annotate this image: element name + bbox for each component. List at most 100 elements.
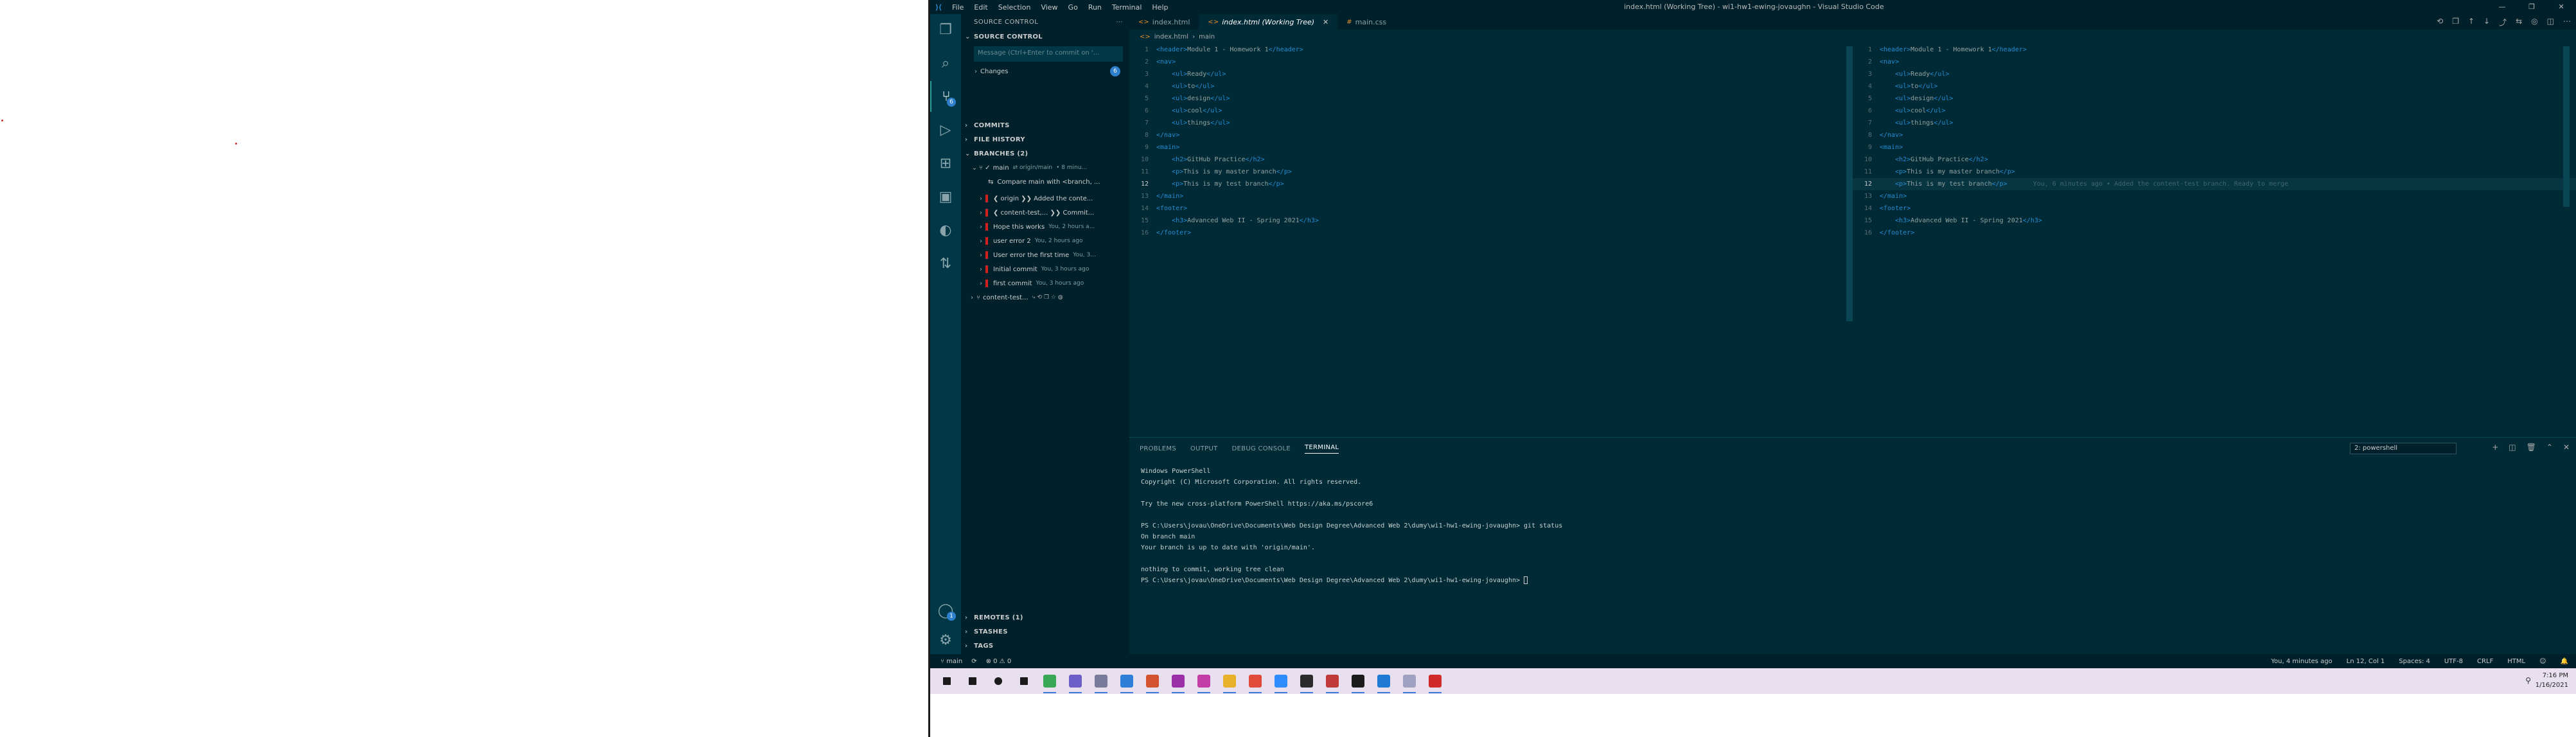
snip-icon[interactable] <box>1397 668 1422 694</box>
commit-item[interactable]: › first commit You, 3 hours ago <box>961 276 1129 290</box>
commit-message-input[interactable]: Message (Ctrl+Enter to commit on '... <box>974 46 1123 62</box>
vscode-icon[interactable] <box>1371 668 1397 694</box>
compare-branch-item[interactable]: ⇆ Compare main with <branch, ... <box>961 175 1129 189</box>
terminal-select[interactable]: 2: powershell <box>2350 443 2457 454</box>
branch-content-test[interactable]: › ⑂ content-test... ⤷ ⟲ ❐ ☆ ◍ <box>961 290 1129 305</box>
explorer-icon[interactable]: ❐ <box>930 14 961 45</box>
task-view-icon[interactable] <box>1011 668 1037 694</box>
photos-icon[interactable] <box>1191 668 1217 694</box>
editor-tab[interactable]: <> index.html (Working Tree) ✕ <box>1199 14 1338 30</box>
chrome-icon[interactable] <box>1242 668 1268 694</box>
notifications-icon[interactable]: 🔔 <box>2561 658 2568 665</box>
status-eol[interactable]: CRLF <box>2477 658 2493 665</box>
left-scrollbar[interactable] <box>1846 46 1853 321</box>
extensions-icon[interactable]: ⊞ <box>930 148 961 179</box>
status-encoding[interactable]: UTF-8 <box>2444 658 2463 665</box>
commit-item[interactable]: › Hope this works You, 2 hours a... <box>961 220 1129 234</box>
close-panel-icon[interactable]: ✕ <box>2563 443 2570 452</box>
menu-view[interactable]: View <box>1036 3 1063 12</box>
chrome-app-icon[interactable] <box>1037 668 1063 694</box>
branch-actions-icons[interactable]: ⤷ ⟲ ❐ ☆ ◍ <box>1032 294 1063 301</box>
terminal-output[interactable]: Windows PowerShell Copyright (C) Microsof… <box>1141 466 1562 586</box>
status-branch[interactable]: ⑂ main <box>940 658 962 665</box>
status-problems[interactable]: ⊗ 0 ⚠ 0 <box>986 658 1012 665</box>
adobe-xd-icon[interactable] <box>1165 668 1191 694</box>
diff-left-pane[interactable]: 1 <header> Module 1 - Homework 1 </header> 2… <box>1129 44 1853 437</box>
commit-item[interactable]: › ❮ origin ❯❯ Added the conte... <box>961 191 1129 206</box>
right-scrollbar[interactable] <box>2563 46 2570 207</box>
zoom-icon[interactable] <box>1268 668 1294 694</box>
acrobat-icon[interactable] <box>1294 668 1319 694</box>
maximize-panel-icon[interactable]: ⌃ <box>2546 443 2553 452</box>
kill-terminal-icon[interactable]: 🗑 <box>2527 443 2536 452</box>
menu-file[interactable]: File <box>947 3 969 12</box>
menu-help[interactable]: Help <box>1147 3 1173 12</box>
ppt-icon[interactable] <box>1140 668 1165 694</box>
run-debug-icon[interactable]: ▷ <box>930 114 961 145</box>
timeline-icon[interactable]: ⟲ <box>2437 17 2443 28</box>
split-editor-icon[interactable]: ◫ <box>2547 17 2554 28</box>
new-terminal-icon[interactable]: + <box>2492 443 2498 452</box>
onedrive-icon[interactable] <box>1088 668 1114 694</box>
minimize-button[interactable]: — <box>2487 0 2517 14</box>
terminal-icon[interactable] <box>1345 668 1371 694</box>
diff-right-pane[interactable]: 1 <header> Module 1 - Homework 1 </header> 2… <box>1853 44 2576 437</box>
close-window-button[interactable]: ✕ <box>2546 0 2576 14</box>
more-actions-icon[interactable]: ⋯ <box>2563 17 2571 28</box>
toggle-blame-icon[interactable]: ⤴ <box>2499 17 2507 28</box>
ms-store-icon[interactable] <box>1114 668 1140 694</box>
open-file-icon[interactable]: ❐ <box>2452 17 2459 28</box>
open-changes-icon[interactable]: ◎ <box>2531 17 2537 28</box>
menu-run[interactable]: Run <box>1083 3 1107 12</box>
mail-icon[interactable] <box>1319 668 1345 694</box>
next-change-icon[interactable]: ↓ <box>2483 17 2490 28</box>
menu-selection[interactable]: Selection <box>993 3 1036 12</box>
gitlens-icon[interactable]: ◐ <box>930 215 961 245</box>
start-icon[interactable] <box>934 668 960 694</box>
section-branches[interactable]: ⌄ BRANCHES (2) <box>961 147 1129 161</box>
menu-terminal[interactable]: Terminal <box>1107 3 1147 12</box>
changes-group[interactable]: › Changes 6 <box>961 64 1129 78</box>
discord-icon[interactable] <box>1063 668 1088 694</box>
section-stashes[interactable]: › STASHES <box>961 625 1129 639</box>
editor-tab[interactable]: # main.css <box>1337 14 1396 30</box>
search-icon[interactable] <box>960 668 985 694</box>
github-icon[interactable] <box>1422 668 1448 694</box>
breadcrumb-file[interactable]: index.html <box>1154 33 1188 40</box>
previous-change-icon[interactable]: ↑ <box>2468 17 2475 28</box>
panel-tab-output[interactable]: OUTPUT <box>1190 445 1218 452</box>
compare-icon[interactable]: ⇆ <box>2516 17 2522 28</box>
network-icon[interactable]: ⚲ <box>2525 676 2531 685</box>
section-source-control[interactable]: ⌄ SOURCE CONTROL <box>961 30 1129 44</box>
commit-item[interactable]: › Initial commit You, 3 hours ago <box>961 262 1129 276</box>
status-language[interactable]: HTML <box>2507 658 2525 665</box>
status-spaces[interactable]: Spaces: 4 <box>2399 658 2430 665</box>
commit-item[interactable]: › ❮ content-test,... ❯❯ Commit... <box>961 206 1129 220</box>
feedback-icon[interactable]: ☺ <box>2539 658 2546 665</box>
menu-edit[interactable]: Edit <box>969 3 992 12</box>
maximize-button[interactable]: ❐ <box>2517 0 2546 14</box>
panel-tab-problems[interactable]: PROBLEMS <box>1140 445 1176 452</box>
remote-explorer-icon[interactable]: ▣ <box>930 181 961 212</box>
panel-tab-debug-console[interactable]: DEBUG CONSOLE <box>1232 445 1291 452</box>
status-sync[interactable]: ⟳ <box>971 658 976 665</box>
settings-gear-icon[interactable]: ⚙ <box>930 625 961 655</box>
split-terminal-icon[interactable]: ◫ <box>2509 443 2516 452</box>
pull-requests-icon[interactable]: ⇅ <box>930 248 961 279</box>
section-file-history[interactable]: › FILE HISTORY <box>961 132 1129 147</box>
commit-item[interactable]: › User error the first time You, 3... <box>961 248 1129 262</box>
status-position[interactable]: Ln 12, Col 1 <box>2347 658 2385 665</box>
accounts-icon[interactable]: ◯ 1 <box>930 595 961 626</box>
section-commits[interactable]: › COMMITS <box>961 118 1129 132</box>
panel-tab-terminal[interactable]: TERMINAL <box>1305 444 1339 454</box>
status-blame[interactable]: You, 4 minutes ago <box>2271 658 2332 665</box>
source-control-icon[interactable]: ⑂ 6 <box>930 81 961 112</box>
file-explorer-icon[interactable] <box>1217 668 1242 694</box>
search-icon[interactable]: ⌕ <box>930 48 961 78</box>
breadcrumb-symbol[interactable]: main <box>1199 33 1215 40</box>
system-clock[interactable]: 7:16 PM 1/16/2021 <box>2536 671 2568 690</box>
branch-main[interactable]: ⌄ ⑂ ✓ main ⇄ origin/main • 8 minu... <box>961 161 1129 175</box>
cortana-icon[interactable] <box>985 668 1011 694</box>
section-tags[interactable]: › TAGS <box>961 639 1129 653</box>
close-tab-icon[interactable]: ✕ <box>1323 18 1328 26</box>
